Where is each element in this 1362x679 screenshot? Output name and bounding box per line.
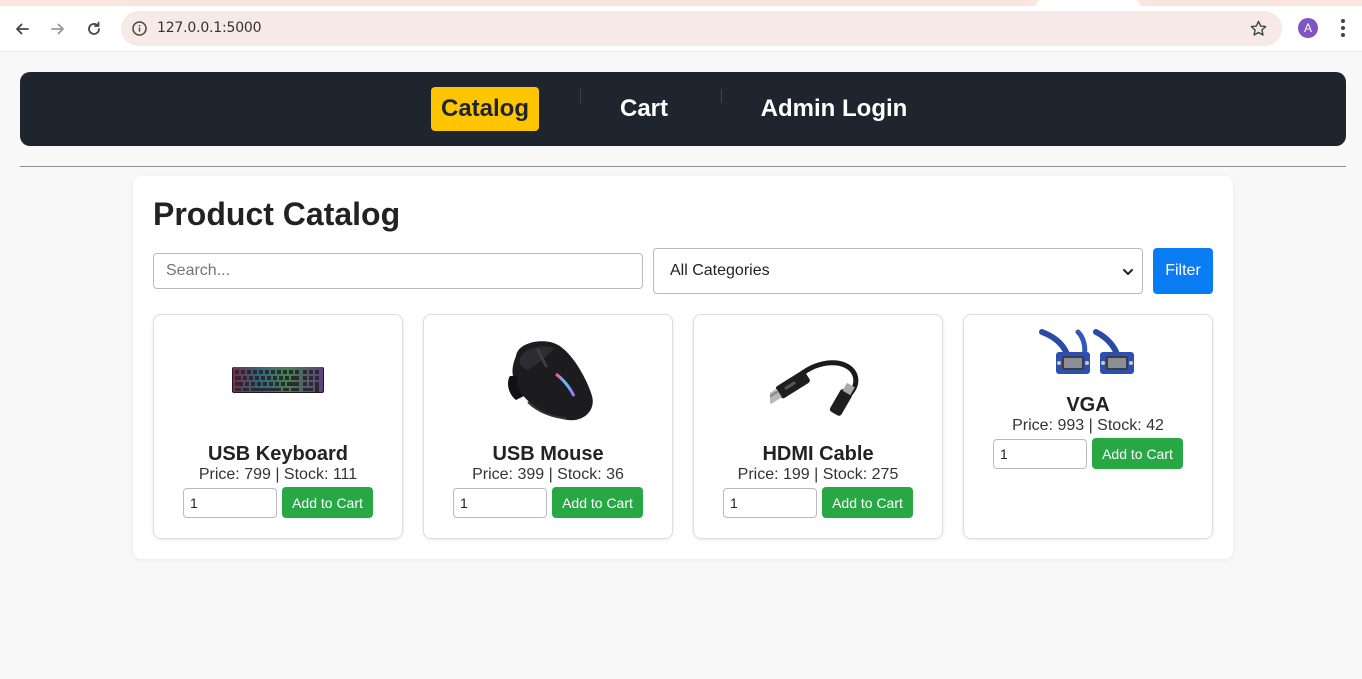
site-navbar: Catalog Cart Admin Login [20,72,1346,146]
product-card: USB Keyboard Price: 799 | Stock: 111 Add… [153,314,403,539]
reload-icon[interactable] [81,16,107,42]
keyboard-icon [154,355,402,405]
site-info-icon[interactable] [131,20,148,37]
product-price-stock: Price: 799 | Stock: 111 [198,466,358,483]
browser-menu-icon[interactable] [1334,17,1352,39]
add-to-cart-button[interactable]: Add to Cart [552,487,643,518]
product-card: VGA Price: 993 | Stock: 42 Add to Cart [963,314,1213,539]
divider [20,166,1346,167]
browser-toolbar: 127.0.0.1:5000 A [0,6,1362,52]
nav-link-admin-login[interactable]: Admin Login [752,87,916,131]
nav-separator [721,89,722,103]
quantity-input[interactable] [183,488,277,518]
add-to-cart-button[interactable]: Add to Cart [282,487,373,518]
nav-link-cart[interactable]: Cart [604,87,684,131]
filter-button[interactable]: Filter [1153,248,1213,294]
category-select[interactable]: All Categories [653,248,1143,294]
add-to-cart-button[interactable]: Add to Cart [1092,438,1183,469]
product-price-stock: Price: 399 | Stock: 36 [472,466,624,483]
back-icon[interactable] [9,16,35,42]
chevron-down-icon [1123,269,1133,275]
address-bar[interactable]: 127.0.0.1:5000 [121,11,1282,46]
quantity-input[interactable] [723,488,817,518]
mouse-icon [424,335,672,425]
product-price-stock: Price: 199 | Stock: 275 [737,466,899,483]
catalog-panel: Product Catalog All Categories Filter [133,176,1233,559]
quantity-input[interactable] [993,439,1087,469]
product-name: USB Mouse [492,443,604,465]
product-card: USB Mouse Price: 399 | Stock: 36 Add to … [423,314,673,539]
url-text: 127.0.0.1:5000 [157,20,262,36]
search-input[interactable] [153,253,643,289]
product-card: HDMI Cable Price: 199 | Stock: 275 Add t… [693,314,943,539]
product-name: USB Keyboard [207,443,349,465]
profile-avatar[interactable]: A [1298,18,1318,38]
quantity-input[interactable] [453,488,547,518]
category-select-value: All Categories [670,262,770,279]
hdmi-cable-icon [694,343,942,419]
add-to-cart-button[interactable]: Add to Cart [822,487,913,518]
bookmark-star-icon[interactable] [1249,19,1268,38]
product-name: HDMI Cable [762,443,874,465]
product-name: VGA [1066,394,1110,416]
forward-icon[interactable] [45,16,71,42]
nav-link-catalog[interactable]: Catalog [431,87,539,131]
nav-separator [580,89,581,103]
product-price-stock: Price: 993 | Stock: 42 [1012,417,1164,434]
vga-cable-icon [964,327,1212,383]
page-title: Product Catalog [153,196,401,232]
